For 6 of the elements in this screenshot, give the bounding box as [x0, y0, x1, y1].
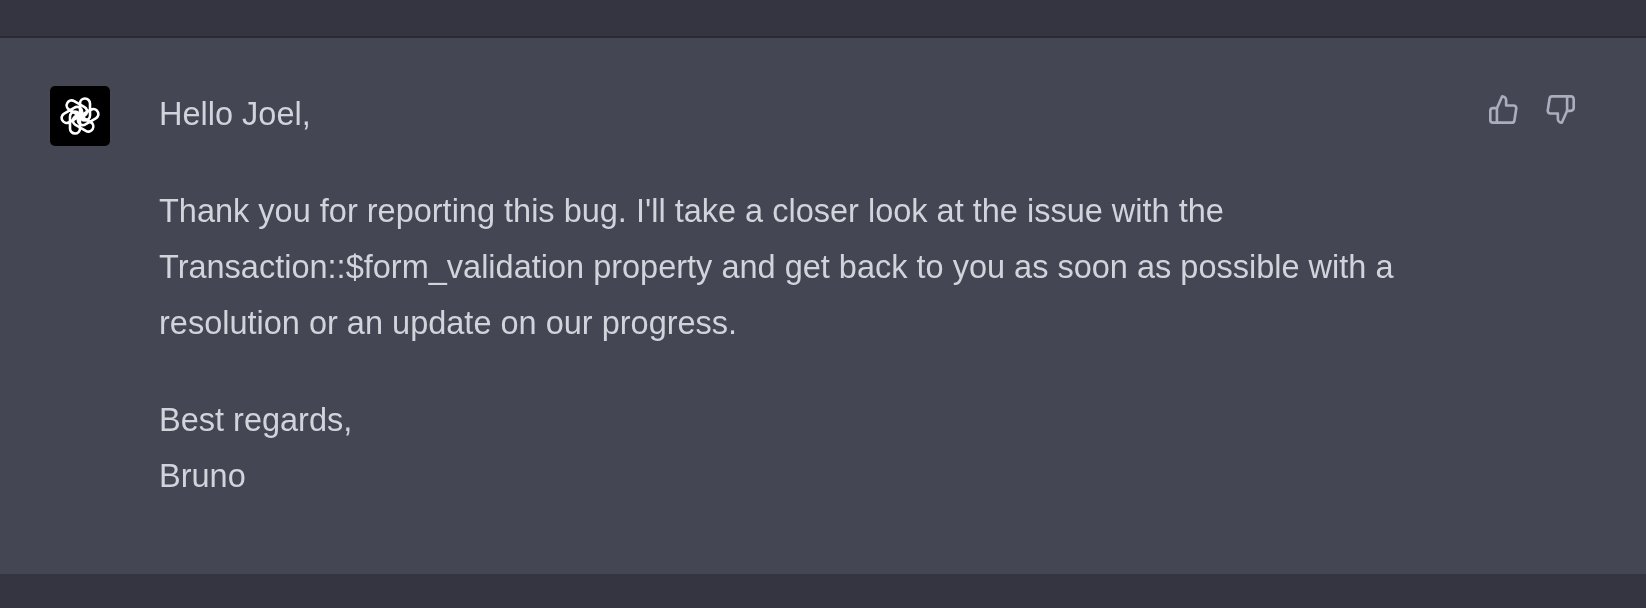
message-paragraph: Best regards, Bruno [159, 401, 354, 496]
assistant-avatar-icon [50, 86, 110, 146]
thumbs-up-icon[interactable] [1489, 95, 1518, 124]
message-paragraph: Thank you for reporting this bug. I'll take a closer look at the issue with the Transaction::$form_validation property and get back to you as soon as possible with a resolution or an update on our progress. [159, 192, 1395, 343]
thumbs-down-icon[interactable] [1546, 95, 1575, 124]
message-paragraph: Hello Joel, [159, 95, 312, 134]
